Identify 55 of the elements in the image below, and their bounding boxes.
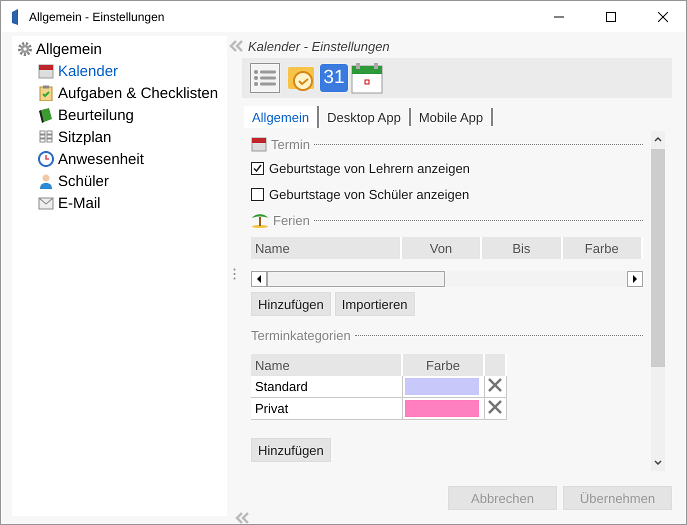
action-button[interactable]: Importieren [334, 292, 415, 316]
color-swatch[interactable] [404, 378, 478, 395]
maximize-icon[interactable] [606, 12, 616, 22]
window-title: Allgemein - Einstellungen [29, 10, 166, 24]
color-swatch[interactable] [404, 400, 478, 417]
checkbox[interactable] [251, 188, 264, 200]
envelope-icon [38, 195, 54, 211]
section-title: Terminkategorien [251, 328, 351, 342]
column-header: Von [400, 237, 482, 259]
column-header: Name [251, 354, 402, 376]
panel-title: Kalender - Einstellungen [248, 38, 390, 54]
calendar-date-button[interactable]: 31 [320, 64, 348, 92]
seating-icon [38, 129, 54, 145]
list-button[interactable] [250, 63, 280, 93]
splitter-handle[interactable] [233, 268, 236, 280]
action-button[interactable]: Hinzufügen [251, 292, 331, 316]
sidebar-item[interactable]: Schüler [58, 172, 109, 190]
sidebar-item[interactable]: Sitzplan [58, 128, 112, 146]
checkbox[interactable] [251, 162, 264, 174]
close-icon[interactable] [658, 12, 668, 22]
palm-tree-icon [251, 212, 269, 228]
sidebar-item[interactable]: Allgemein [36, 40, 102, 58]
clipboard-icon [38, 85, 54, 101]
add-button[interactable]: Hinzufügen [251, 438, 331, 462]
right-arrow-icon[interactable] [633, 275, 637, 283]
sidebar-item[interactable]: Beurteilung [58, 106, 134, 124]
vertical-scrollbar[interactable] [651, 131, 665, 471]
section-title: Ferien [273, 212, 310, 228]
book-icon [38, 107, 54, 123]
calendar-icon [38, 63, 54, 79]
sidebar-item[interactable]: E-Mail [58, 194, 101, 212]
gear-icon [17, 41, 33, 57]
delete-icon[interactable] [486, 399, 502, 415]
calendar-icon [251, 136, 267, 152]
calendar-button[interactable] [351, 62, 383, 94]
column-header: Farbe [402, 354, 484, 376]
tab[interactable]: Desktop App [319, 108, 411, 126]
column-header: Bis [481, 237, 562, 259]
left-arrow-icon[interactable] [257, 275, 261, 283]
horizontal-scrollbar[interactable] [251, 271, 643, 287]
clock-icon [38, 151, 54, 167]
checkbox-label: Geburtstage von Schüler anzeigen [269, 186, 470, 202]
section-title: Termin [271, 136, 310, 152]
checkbox-label: Geburtstage von Lehrern anzeigen [269, 160, 470, 176]
tab[interactable]: Mobile App [410, 108, 494, 126]
sidebar-item[interactable]: Aufgaben & Checklisten [58, 84, 218, 102]
person-icon [38, 173, 54, 189]
column-header: Name [251, 237, 401, 259]
sidebar-item[interactable]: Anwesenheit [58, 150, 144, 168]
sidebar-item[interactable]: Kalender [58, 62, 118, 80]
delete-icon[interactable] [486, 377, 502, 393]
column-header: Farbe [562, 237, 642, 259]
tab[interactable]: Allgemein [244, 106, 320, 128]
table-cell: Privat [251, 398, 402, 420]
table-cell: Standard [251, 376, 402, 398]
